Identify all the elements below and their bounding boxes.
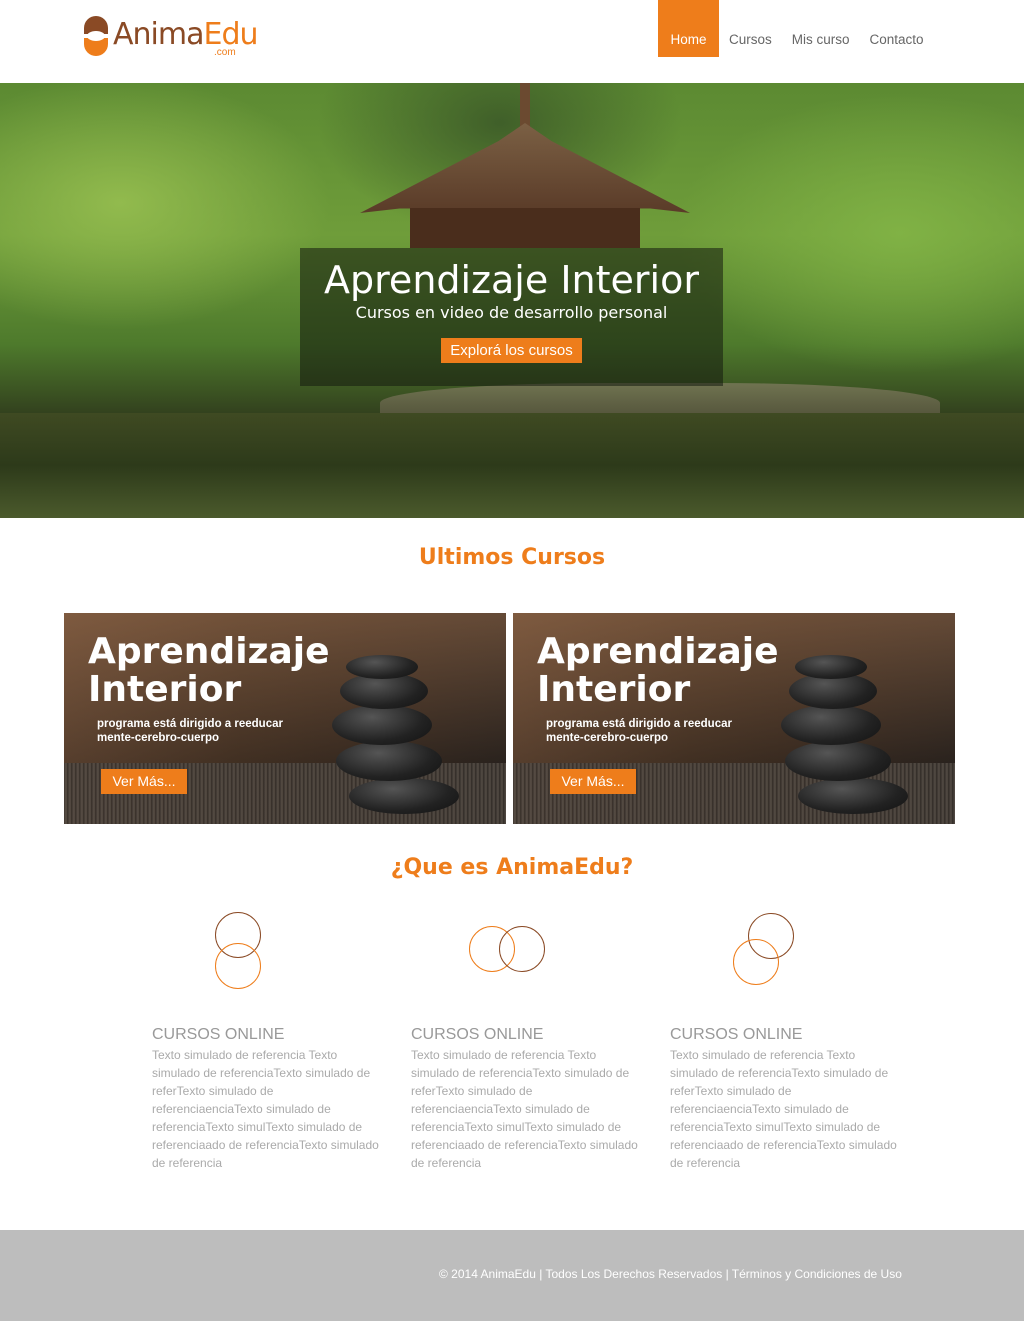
site-footer: © 2014 AnimaEdu | Todos Los Derechos Res… xyxy=(0,1230,1024,1321)
feature-column: CURSOS ONLINE Texto simulado de referenc… xyxy=(411,905,641,1172)
latest-courses-heading: Ultimos Cursos xyxy=(418,545,606,570)
explore-courses-button[interactable]: Explorá los cursos xyxy=(441,338,582,363)
hero-caption: Aprendizaje Interior Cursos en video de … xyxy=(300,248,723,386)
feature-text: Texto simulado de referencia Texto simul… xyxy=(411,1048,638,1170)
feature-title: CURSOS ONLINE xyxy=(411,1026,544,1043)
logo-text-part1: Anima xyxy=(113,17,204,52)
feature-column: CURSOS ONLINE Texto simulado de referenc… xyxy=(152,905,382,1172)
nav-mis-curso[interactable]: Mis curso xyxy=(782,0,860,57)
see-more-button[interactable]: Ver Más... xyxy=(101,769,187,794)
footer-copyright[interactable]: © 2014 AnimaEdu | Todos Los Derechos Res… xyxy=(439,1267,902,1281)
diagonal-circles-icon xyxy=(670,905,900,1015)
overlapping-circles-icon xyxy=(411,905,641,1015)
course-card[interactable]: Aprendizaje Interior programa está dirig… xyxy=(513,613,955,824)
hero-banner: Aprendizaje Interior Cursos en video de … xyxy=(0,83,1024,518)
logo-suffix: .com xyxy=(214,47,236,58)
site-header: AnimaEdu .com Home Cursos Mis curso Cont… xyxy=(0,0,1024,83)
stone-icon xyxy=(349,778,459,814)
hero-subtitle: Cursos en video de desarrollo personal xyxy=(355,303,668,322)
card-title: Aprendizaje Interior xyxy=(88,631,330,710)
main-nav: Home Cursos Mis curso Contacto xyxy=(658,0,934,57)
logo-mark-icon xyxy=(84,16,108,58)
card-description: programa está dirigido a reeducar mente-… xyxy=(97,718,283,744)
about-heading: ¿Que es AnimaEdu? xyxy=(390,855,634,880)
stone-icon xyxy=(798,778,908,814)
logo-text: AnimaEdu xyxy=(113,17,259,53)
feature-text: Texto simulado de referencia Texto simul… xyxy=(670,1048,897,1170)
stacked-circles-icon xyxy=(152,905,382,1015)
pagoda-image xyxy=(360,83,690,253)
logo[interactable]: AnimaEdu .com xyxy=(84,16,259,62)
card-description: programa está dirigido a reeducar mente-… xyxy=(546,718,732,744)
nav-cursos[interactable]: Cursos xyxy=(719,0,782,57)
card-title: Aprendizaje Interior xyxy=(537,631,779,710)
see-more-button[interactable]: Ver Más... xyxy=(550,769,636,794)
course-card[interactable]: Aprendizaje Interior programa está dirig… xyxy=(64,613,506,824)
nav-home[interactable]: Home xyxy=(658,0,719,57)
feature-title: CURSOS ONLINE xyxy=(670,1026,803,1043)
feature-title: CURSOS ONLINE xyxy=(152,1026,285,1043)
feature-text: Texto simulado de referencia Texto simul… xyxy=(152,1048,379,1170)
nav-contacto[interactable]: Contacto xyxy=(860,0,934,57)
feature-column: CURSOS ONLINE Texto simulado de referenc… xyxy=(670,905,900,1172)
hero-title: Aprendizaje Interior xyxy=(324,258,699,302)
